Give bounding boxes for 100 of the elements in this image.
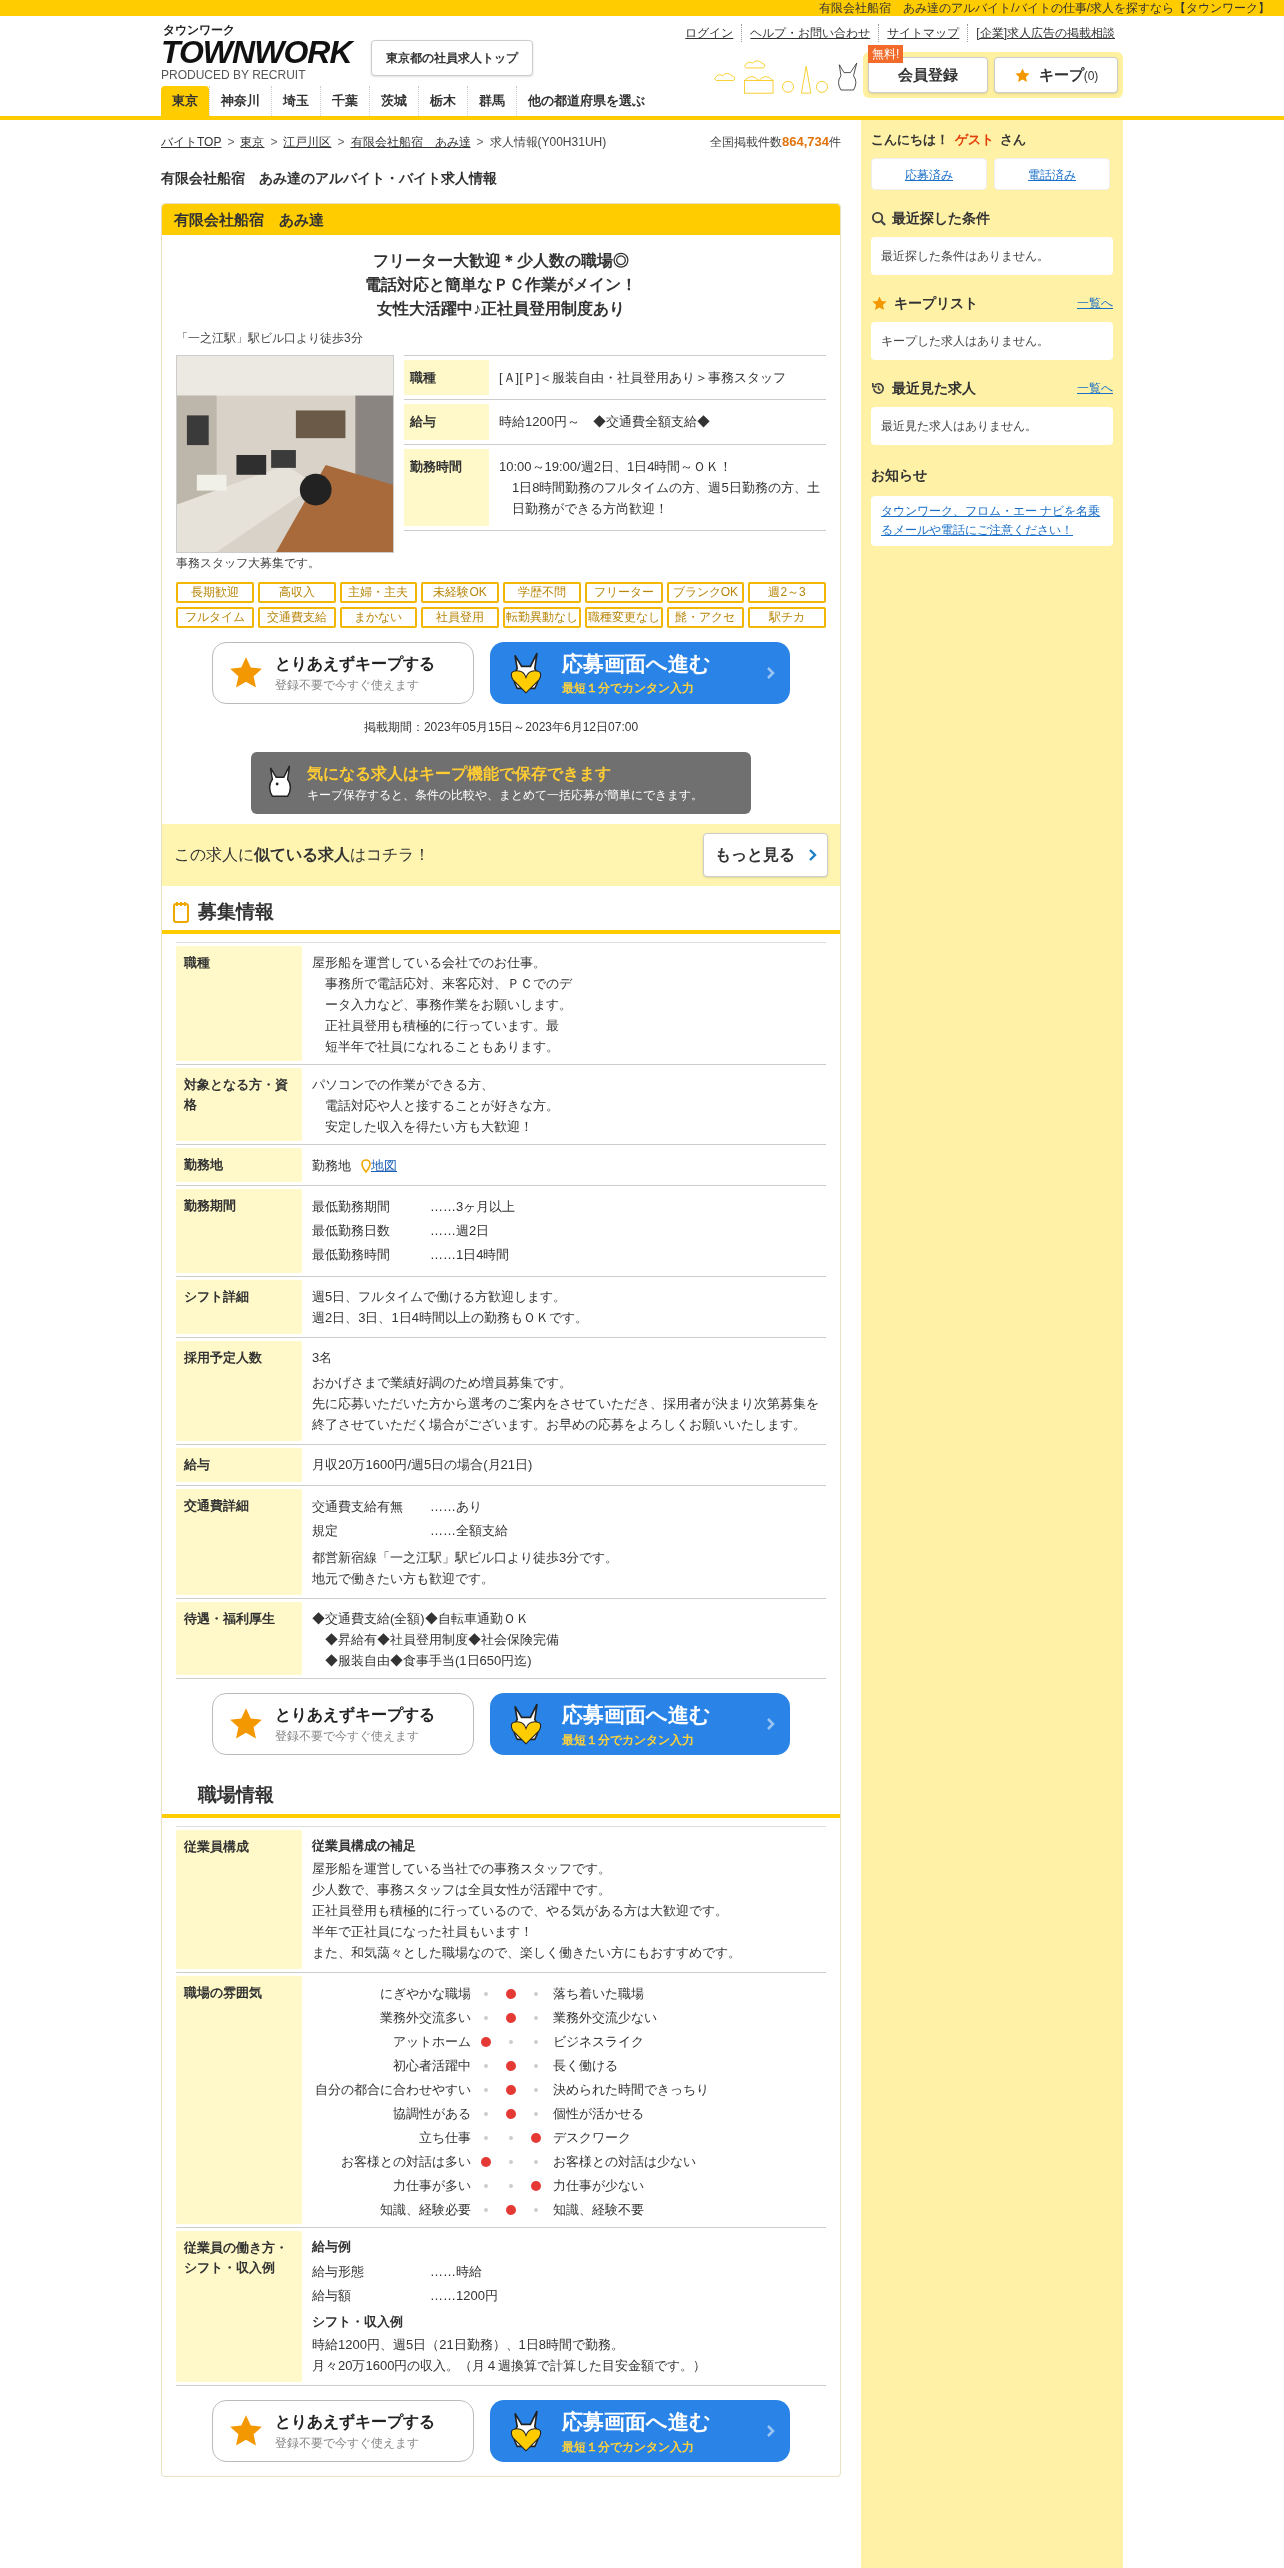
mood-left-label: 立ち仕事 — [418, 2129, 472, 2148]
breadcrumb-link[interactable]: 有限会社船宿 あみ達 — [350, 132, 471, 151]
keep-button[interactable]: とりあえずキープする 登録不要で今すぐ使えます — [212, 641, 474, 704]
detail-value: ……時給 — [430, 2262, 482, 2281]
feature-tag: 未経験OK — [421, 581, 499, 603]
section-heading: 職場情報 — [198, 1783, 274, 1807]
mood-left-label: 知識、経験必要 — [379, 2201, 472, 2220]
keep-title: とりあえずキープする — [275, 2412, 435, 2433]
apply-button[interactable]: 応募画面へ進む 最短１分でカンタン入力 — [490, 1693, 790, 1755]
detail-value: ……1200円 — [430, 2286, 498, 2305]
breadcrumb-separator: > — [227, 133, 235, 151]
feature-tag: 週2～3 — [748, 581, 826, 603]
row-label-cell: 勤務地 — [176, 1148, 302, 1182]
feature-tag: 交通費支給 — [257, 606, 336, 628]
history-button[interactable]: 電話済み — [994, 157, 1110, 190]
feature-tag: フリーター — [584, 581, 663, 603]
top-page-button[interactable]: 東京都の社員求人トップ — [371, 40, 534, 76]
sidebar-card: 最近探した条件はありません。 — [871, 236, 1113, 275]
sidebar-card: 最近見た求人はありません。 — [871, 406, 1113, 445]
breadcrumb-separator: > — [337, 133, 345, 151]
feature-tag: 職種変更なし — [584, 606, 663, 628]
summary-value: [Ａ][Ｐ]＜服装自由・社員登用あり＞事務スタッフ — [498, 368, 787, 387]
detail-text: おかげさまで業績好調のため増員募集です。 先に応募いただいた方から選考のご案内をさせていただき、採用者が決まり次第募集を終了させていただく場合がございます。お早めの応募をよろしくお願いいたします。 — [312, 1374, 820, 1434]
detail-text: パソコンでの作業ができる方、 電話対応や人と接することが好きな方。 安定した収入を得たい方も大歓迎！ — [312, 1076, 560, 1136]
prefecture-tab[interactable]: 東京 — [161, 86, 209, 116]
free-badge: 無料! — [868, 45, 904, 63]
detail-text: 勤務地 — [312, 1157, 351, 1175]
keep-button[interactable]: とりあえずキープする 登録不要で今すぐ使えます — [212, 2400, 474, 2462]
detail-value: ……あり — [430, 1498, 482, 1516]
search-icon — [871, 210, 886, 226]
detail-key: 最低勤務期間 — [312, 1195, 430, 1219]
feature-tag: 駅チカ — [748, 606, 826, 628]
more-button[interactable]: もっと見る — [703, 832, 828, 877]
detail-heading: シフト・収入例 — [312, 2312, 404, 2331]
header-link[interactable]: ログイン — [677, 24, 742, 42]
mood-left-label: お客様との対話は多い — [340, 2153, 472, 2172]
detail-text: 3名 — [312, 1349, 334, 1367]
keep-list-button[interactable]: キープ(0) — [994, 57, 1118, 93]
row-label-cell: 勤務期間 — [176, 1189, 302, 1273]
mood-left-label: 自分の都合に合わせやすい — [314, 2081, 472, 2100]
page-title: 有限会社船宿 あみ達のアルバイト・バイト求人情報 — [161, 168, 498, 188]
mood-right-label: デスクワーク — [552, 2129, 631, 2148]
summary-label-cell: 勤務時間 — [404, 448, 489, 526]
detail-heading: 給与例 — [312, 2238, 352, 2256]
feature-tag: まかない — [339, 606, 418, 628]
list-link[interactable]: 一覧へ — [1077, 294, 1113, 312]
keep-banner-text: キープ保存すると、条件の比較や、まとめて一括応募が簡単にできます。 — [307, 786, 703, 804]
row-label-cell: 従業員の働き方・シフト・収入例 — [176, 2231, 302, 2382]
sidebar-heading: 最近見た求人 — [892, 378, 976, 398]
header-link[interactable]: サイトマップ — [878, 24, 968, 42]
star-icon — [1013, 66, 1031, 84]
star-icon — [871, 294, 888, 312]
keep-button[interactable]: とりあえずキープする 登録不要で今すぐ使えます — [212, 1693, 474, 1755]
mood-right-label: ビジネスライク — [552, 2033, 644, 2052]
keep-title: とりあえずキープする — [275, 653, 435, 675]
greeting-suffix: さん — [1000, 131, 1026, 149]
row-label-cell: 従業員構成 — [176, 1829, 302, 1969]
breadcrumb-separator: > — [270, 133, 278, 151]
summary-label-cell: 職種 — [404, 359, 489, 395]
apply-subtitle: 最短１分でカンタン入力 — [562, 1731, 694, 1749]
history-button[interactable]: 応募済み — [871, 157, 987, 190]
breadcrumb-current: 求人情報(Y00H31UH) — [489, 133, 607, 151]
breadcrumb-link[interactable]: バイトTOP — [161, 132, 222, 151]
townwork-logo[interactable]: タウンワーク TOWNWORK PRODUCED BY RECRUIT — [161, 24, 352, 81]
feature-tag: 高収入 — [257, 581, 336, 603]
header-link[interactable]: [企業]求人広告の掲載相談 — [967, 24, 1123, 42]
apply-button[interactable]: 応募画面へ進む 最短１分でカンタン入力 — [490, 641, 790, 704]
row-label-cell: 職種 — [176, 946, 302, 1061]
feature-tag: フルタイム — [176, 606, 254, 628]
detail-key: 交通費支給有無 — [312, 1495, 430, 1519]
detail-key: 規定 — [312, 1519, 430, 1543]
detail-key: 給与額 — [312, 2283, 430, 2308]
sidebar-heading: お知らせ — [871, 465, 928, 485]
detail-value: ……3ヶ月以上 — [430, 1198, 516, 1216]
apply-subtitle: 最短１分でカンタン入力 — [562, 680, 694, 698]
feature-tag: ブランクOK — [666, 581, 745, 603]
mood-left-label: 初心者活躍中 — [392, 2057, 472, 2076]
apply-title: 応募画面へ進む — [562, 650, 711, 677]
row-label-cell: 待遇・福利厚生 — [176, 1602, 302, 1675]
row-label-cell: 職場の雰囲気 — [176, 1976, 302, 2224]
detail-value: ……1日4時間 — [430, 1246, 510, 1264]
access-text: 「一之江駅」駅ビル口より徒歩3分 — [176, 329, 364, 347]
mood-right-label: 知識、経験不要 — [552, 2201, 644, 2220]
map-link[interactable]: 地図 — [371, 1156, 397, 1176]
list-link[interactable]: 一覧へ — [1077, 379, 1113, 397]
photo-caption: 事務スタッフ大募集です。 — [176, 554, 321, 572]
breadcrumb-separator: > — [476, 133, 484, 151]
keep-banner-title: 気になる求人はキープ機能で保存できます — [307, 763, 612, 785]
mood-left-label: 業務外交流多い — [379, 2009, 472, 2028]
breadcrumb-link[interactable]: 東京 — [240, 132, 265, 151]
feature-tag: 長期歓迎 — [176, 581, 254, 603]
apply-button[interactable]: 応募画面へ進む 最短１分でカンタン入力 — [490, 2400, 790, 2462]
total-count: 864,734 — [782, 133, 829, 151]
mood-left-label: 力仕事が多い — [392, 2177, 472, 2196]
header-link[interactable]: ヘルプ・お問い合わせ — [741, 24, 879, 42]
greeting: こんにちは！ — [871, 131, 949, 149]
mood-right-label: 個性が活かせる — [552, 2105, 644, 2124]
breadcrumb-link[interactable]: 江戸川区 — [283, 132, 332, 151]
keep-title: とりあえずキープする — [275, 1705, 435, 1726]
feature-tag: 社員登用 — [421, 606, 499, 628]
